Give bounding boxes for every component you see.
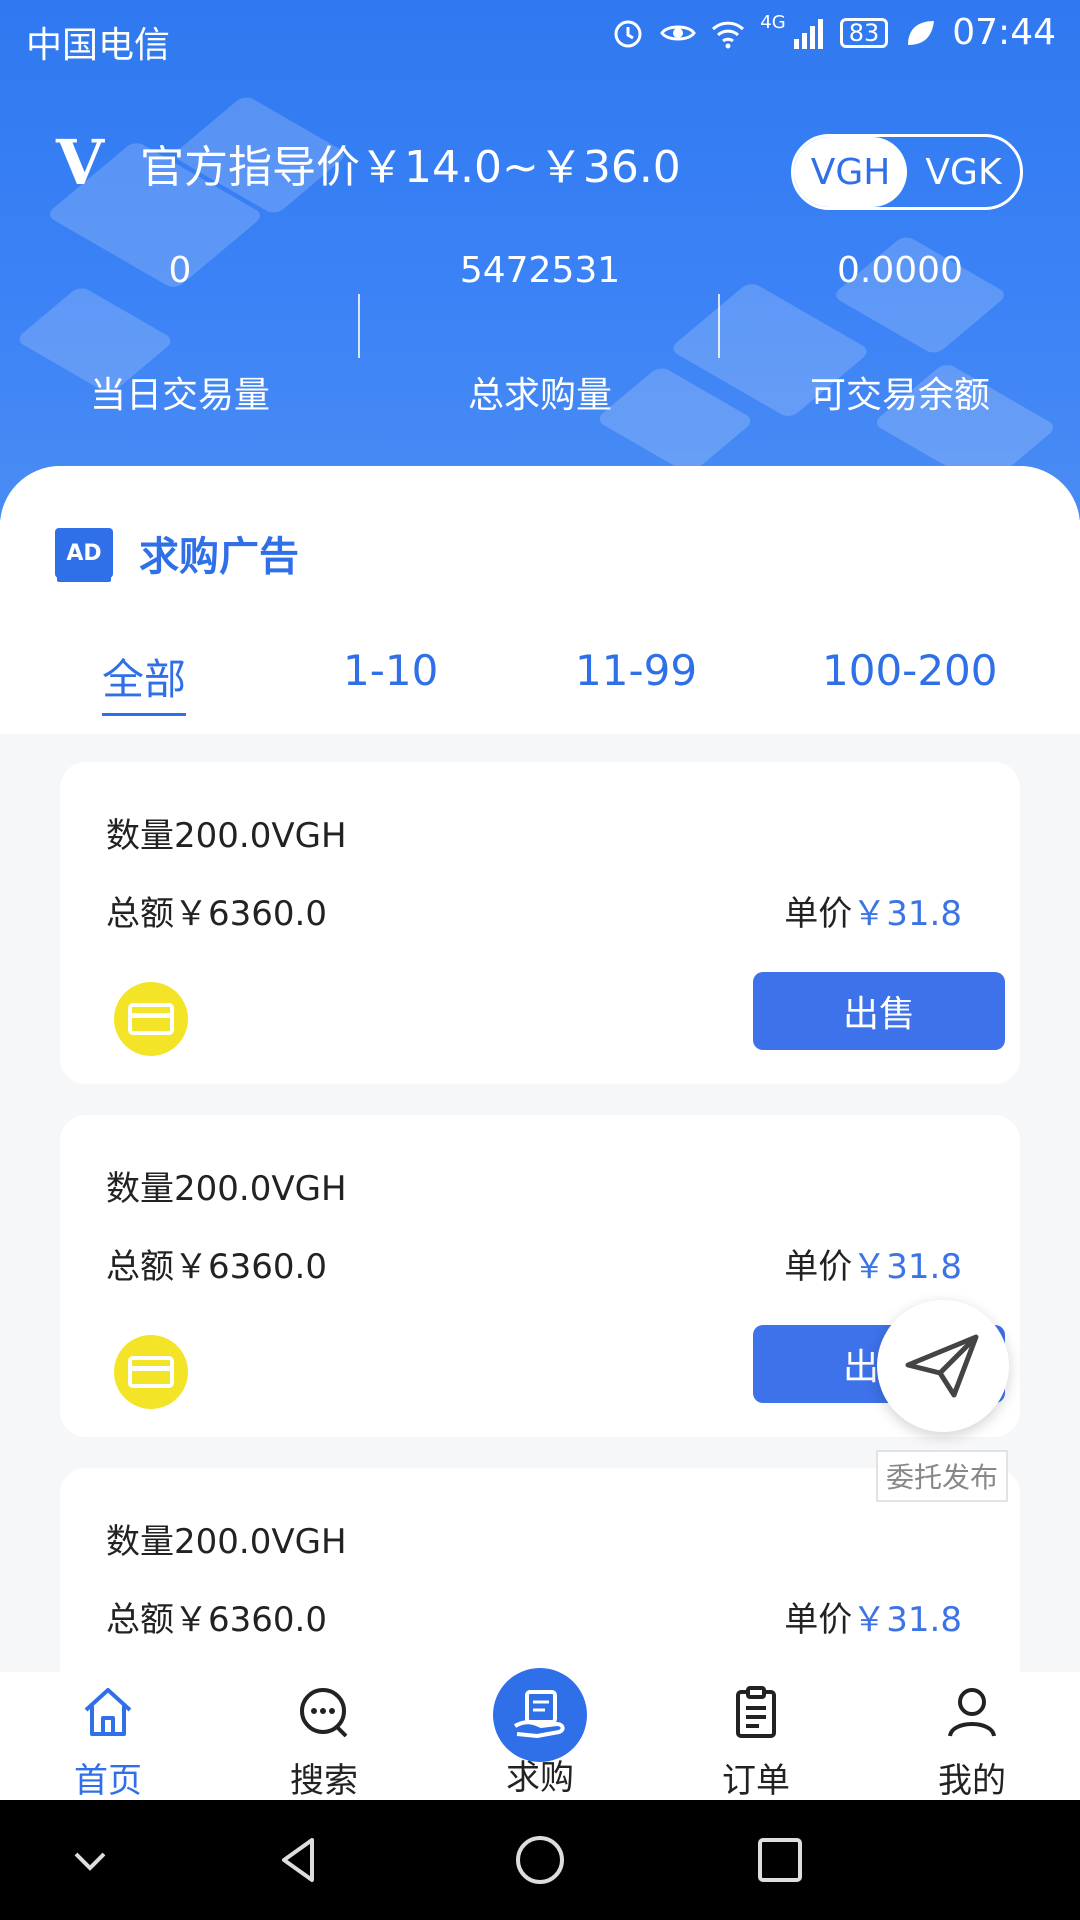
- unit-price-label: 单价: [784, 1600, 853, 1640]
- stat-value: 0.0000: [837, 250, 963, 291]
- alarm-icon: [614, 20, 642, 47]
- chevron-down-icon[interactable]: [62, 1832, 118, 1888]
- network-type: 4G: [760, 12, 786, 33]
- stat-label: 总求购量: [467, 375, 612, 416]
- stat-label: 可交易余额: [809, 375, 990, 416]
- hand-document-icon: [513, 1690, 565, 1738]
- stat-daily-volume: 0 当日交易量: [0, 250, 360, 418]
- tab-1-10[interactable]: 1-10: [343, 646, 438, 695]
- ad-badge: AD: [55, 528, 113, 578]
- nav-home[interactable]: 首页: [28, 1686, 188, 1802]
- chat-bubble-icon: [300, 1688, 348, 1738]
- clock: 07:44: [952, 12, 1056, 53]
- section-title: 求购广告: [139, 534, 299, 580]
- order-unit-price: 单价￥31.8: [784, 1592, 962, 1641]
- order-card: 数量200.0VGH 总额￥6360.0 单价￥31.8 出售: [60, 762, 1020, 1084]
- eye-icon: [660, 25, 697, 40]
- signal-icon: [793, 18, 823, 49]
- switch-vgh[interactable]: VGH: [794, 137, 907, 207]
- unit-price-label: 单价: [784, 894, 853, 934]
- section-header: AD 求购广告 全部 1-10 11-99 100-200: [0, 466, 1080, 734]
- order-unit-price: 单价￥31.8: [784, 1239, 962, 1288]
- order-total: 总额￥6360.0: [106, 894, 327, 934]
- nav-profile[interactable]: 我的: [892, 1686, 1052, 1802]
- system-navigation-bar: [0, 1800, 1080, 1920]
- order-quantity: 数量200.0VGH: [106, 816, 347, 856]
- publish-button[interactable]: [877, 1300, 1009, 1432]
- recents-square-icon[interactable]: [752, 1832, 808, 1888]
- nav-demand-label[interactable]: 求购: [460, 1750, 620, 1799]
- status-bar: 中国电信 4G 83 07:44: [0, 0, 1080, 76]
- wifi-icon: [712, 21, 745, 48]
- bank-card-icon: [114, 982, 188, 1056]
- order-unit-price: 单价￥31.8: [784, 886, 962, 935]
- header-banner: 中国电信 4G 83 07:44 V 官方指导价￥14.0~￥36.0 VGH …: [0, 0, 1080, 520]
- stat-balance: 0.0000 可交易余额: [720, 250, 1080, 418]
- currency-switch[interactable]: VGH VGK: [791, 134, 1023, 210]
- unit-price-label: 单价: [784, 1247, 853, 1287]
- stats-row: 0 当日交易量 5472531 总求购量 0.0000 可交易余额: [0, 250, 1080, 418]
- bank-card-icon: [114, 1335, 188, 1409]
- clipboard-icon: [736, 1686, 776, 1738]
- publish-label[interactable]: 委托发布: [876, 1450, 1008, 1502]
- tab-all[interactable]: 全部: [102, 646, 187, 716]
- bottom-nav: 首页 搜索 求购 订单 我的: [0, 1648, 1080, 1802]
- app-logo: V: [56, 126, 105, 199]
- header-title-row: V 官方指导价￥14.0~￥36.0: [56, 126, 681, 199]
- switch-vgk[interactable]: VGK: [907, 137, 1020, 207]
- home-icon: [84, 1688, 132, 1736]
- battery-indicator: 83: [839, 17, 889, 48]
- nav-orders[interactable]: 订单: [676, 1686, 836, 1802]
- unit-price-value: ￥31.8: [852, 1247, 962, 1287]
- carrier-name: 中国电信: [26, 25, 171, 66]
- order-total: 总额￥6360.0: [106, 1247, 327, 1287]
- order-quantity: 数量200.0VGH: [106, 1169, 347, 1209]
- filter-tabs: 全部 1-10 11-99 100-200: [0, 646, 1080, 716]
- stat-total-demand: 5472531 总求购量: [360, 250, 720, 418]
- unit-price-value: ￥31.8: [852, 1600, 962, 1640]
- back-icon[interactable]: [272, 1832, 328, 1888]
- order-total: 总额￥6360.0: [106, 1600, 327, 1640]
- stat-value: 5472531: [459, 250, 621, 291]
- order-quantity: 数量200.0VGH: [106, 1522, 347, 1562]
- user-icon: [948, 1688, 996, 1737]
- unit-price-value: ￥31.8: [852, 894, 962, 934]
- tab-11-99[interactable]: 11-99: [575, 646, 697, 695]
- leaf-icon: [908, 20, 935, 45]
- nav-search[interactable]: 搜索: [244, 1686, 404, 1802]
- tab-100-200[interactable]: 100-200: [822, 646, 998, 695]
- paper-plane-icon: [905, 1334, 979, 1398]
- stat-value: 0: [168, 250, 192, 291]
- price-guide: 官方指导价￥14.0~￥36.0: [140, 141, 681, 193]
- home-circle-icon[interactable]: [512, 1832, 568, 1888]
- stat-label: 当日交易量: [89, 375, 270, 416]
- order-card: 数量200.0VGH 总额￥6360.0 单价￥31.8 出售: [60, 1115, 1020, 1437]
- ad-title-row: AD 求购广告: [55, 524, 299, 582]
- sell-button[interactable]: 出售: [753, 972, 1005, 1050]
